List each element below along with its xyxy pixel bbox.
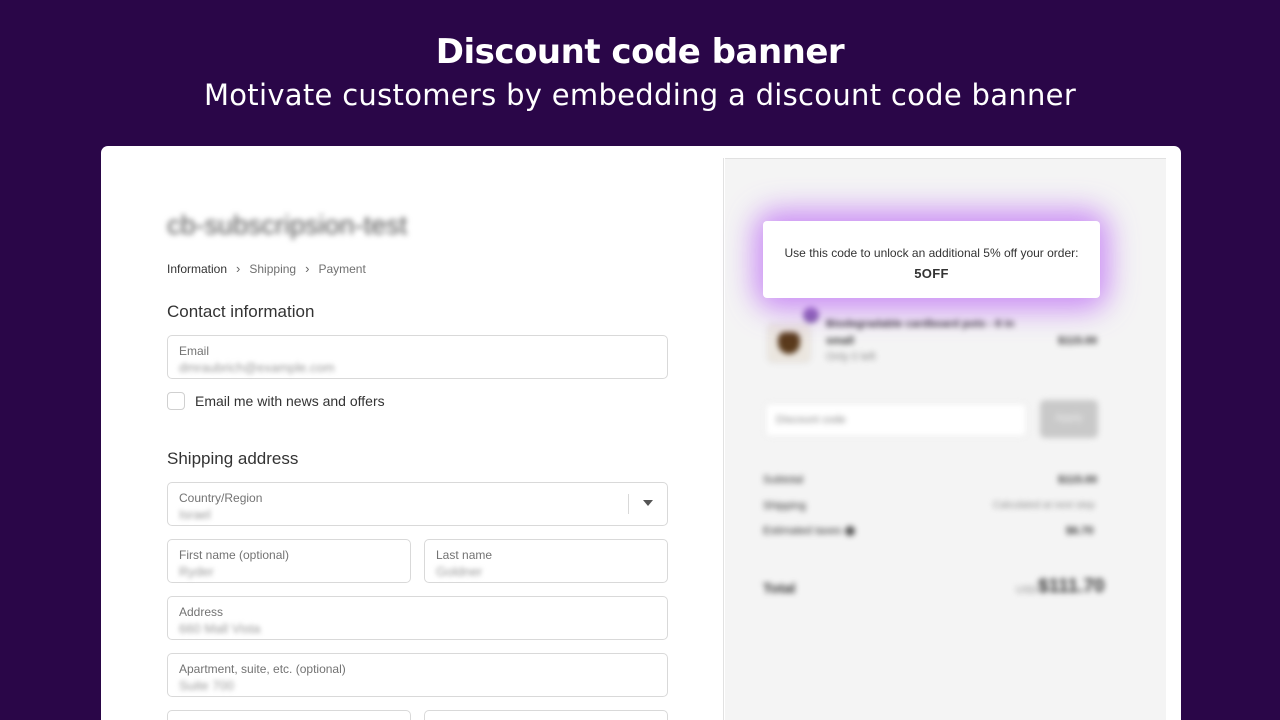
store-name[interactable]: cb-subscripsion-test	[167, 210, 407, 241]
shipping-value: Calculated at next step	[993, 500, 1095, 511]
apartment-value: Suite 700	[179, 678, 234, 693]
total-currency: USD	[1016, 585, 1038, 596]
last-name-field[interactable]: Last name Goldner	[424, 539, 668, 583]
product-variant: small	[826, 335, 855, 347]
product-stock: Only 0 left	[826, 351, 876, 363]
discount-code-input[interactable]: Discount code	[765, 403, 1027, 437]
contact-section-title: Contact information	[167, 302, 315, 321]
first-name-value: Ryder	[179, 564, 214, 579]
taxes-value: $6.70	[1066, 525, 1094, 537]
shipping-label: Shipping	[763, 500, 806, 512]
info-icon[interactable]	[845, 526, 856, 537]
email-label: Email	[179, 344, 210, 358]
subtotal-value: $115.00	[1058, 474, 1098, 486]
postal-field[interactable]	[424, 710, 668, 720]
apartment-label: Apartment, suite, etc. (optional)	[179, 662, 346, 676]
shipping-section-title: Shipping address	[167, 449, 299, 468]
country-label: Country/Region	[179, 491, 263, 505]
email-field[interactable]: Email dmraubrich@example.com	[167, 335, 668, 379]
discount-code-placeholder: Discount code	[776, 414, 846, 426]
discount-code[interactable]: 5OFF	[763, 266, 1100, 281]
chevron-right-icon: ›	[305, 261, 310, 276]
first-name-label: First name (optional)	[179, 548, 290, 562]
product-image	[778, 332, 800, 354]
total-label: Total	[763, 580, 796, 596]
taxes-row: Estimated taxes	[763, 525, 856, 537]
product-price: $115.00	[1058, 335, 1098, 347]
product-name: Biodegradable cardboard pots - 8 in	[826, 318, 1015, 330]
quantity-badge	[803, 307, 819, 323]
breadcrumb-shipping[interactable]: Shipping	[249, 262, 296, 276]
checkout-form-pane: cb-subscripsion-test Information › Shipp…	[115, 158, 724, 720]
chevron-down-icon[interactable]	[643, 500, 653, 506]
apply-button[interactable]: Apply	[1040, 400, 1098, 438]
newsletter-label: Email me with news and offers	[195, 393, 385, 409]
apply-label: Apply	[1055, 412, 1083, 424]
product-thumbnail	[767, 323, 811, 363]
breadcrumb: Information › Shipping › Payment	[167, 261, 366, 276]
hero-title: Discount code banner	[435, 32, 845, 72]
apartment-field[interactable]: Apartment, suite, etc. (optional) Suite …	[167, 653, 668, 697]
last-name-label: Last name	[436, 548, 493, 562]
address-field[interactable]: Address 660 Mall Vista	[167, 596, 668, 640]
address-value: 660 Mall Vista	[179, 621, 261, 636]
country-value: Israel	[179, 507, 211, 522]
select-divider	[628, 494, 629, 514]
subtotal-label: Subtotal	[763, 474, 804, 486]
breadcrumb-information[interactable]: Information	[167, 262, 227, 276]
country-select[interactable]: Country/Region Israel	[167, 482, 668, 526]
discount-code-banner: Use this code to unlock an additional 5%…	[763, 221, 1100, 298]
address-label: Address	[179, 605, 224, 619]
banner-message: Use this code to unlock an additional 5%…	[784, 246, 1079, 260]
first-name-field[interactable]: First name (optional) Ryder	[167, 539, 411, 583]
newsletter-row[interactable]: Email me with news and offers	[167, 392, 385, 410]
email-value: dmraubrich@example.com	[179, 360, 335, 375]
last-name-value: Goldner	[436, 564, 483, 579]
breadcrumb-payment[interactable]: Payment	[318, 262, 365, 276]
city-field[interactable]	[167, 710, 411, 720]
total-value: $111.70	[1038, 576, 1105, 597]
taxes-label: Estimated taxes	[763, 525, 842, 537]
newsletter-checkbox[interactable]	[167, 392, 185, 410]
chevron-right-icon: ›	[236, 261, 241, 276]
hero-subtitle: Motivate customers by embedding a discou…	[203, 78, 1077, 112]
